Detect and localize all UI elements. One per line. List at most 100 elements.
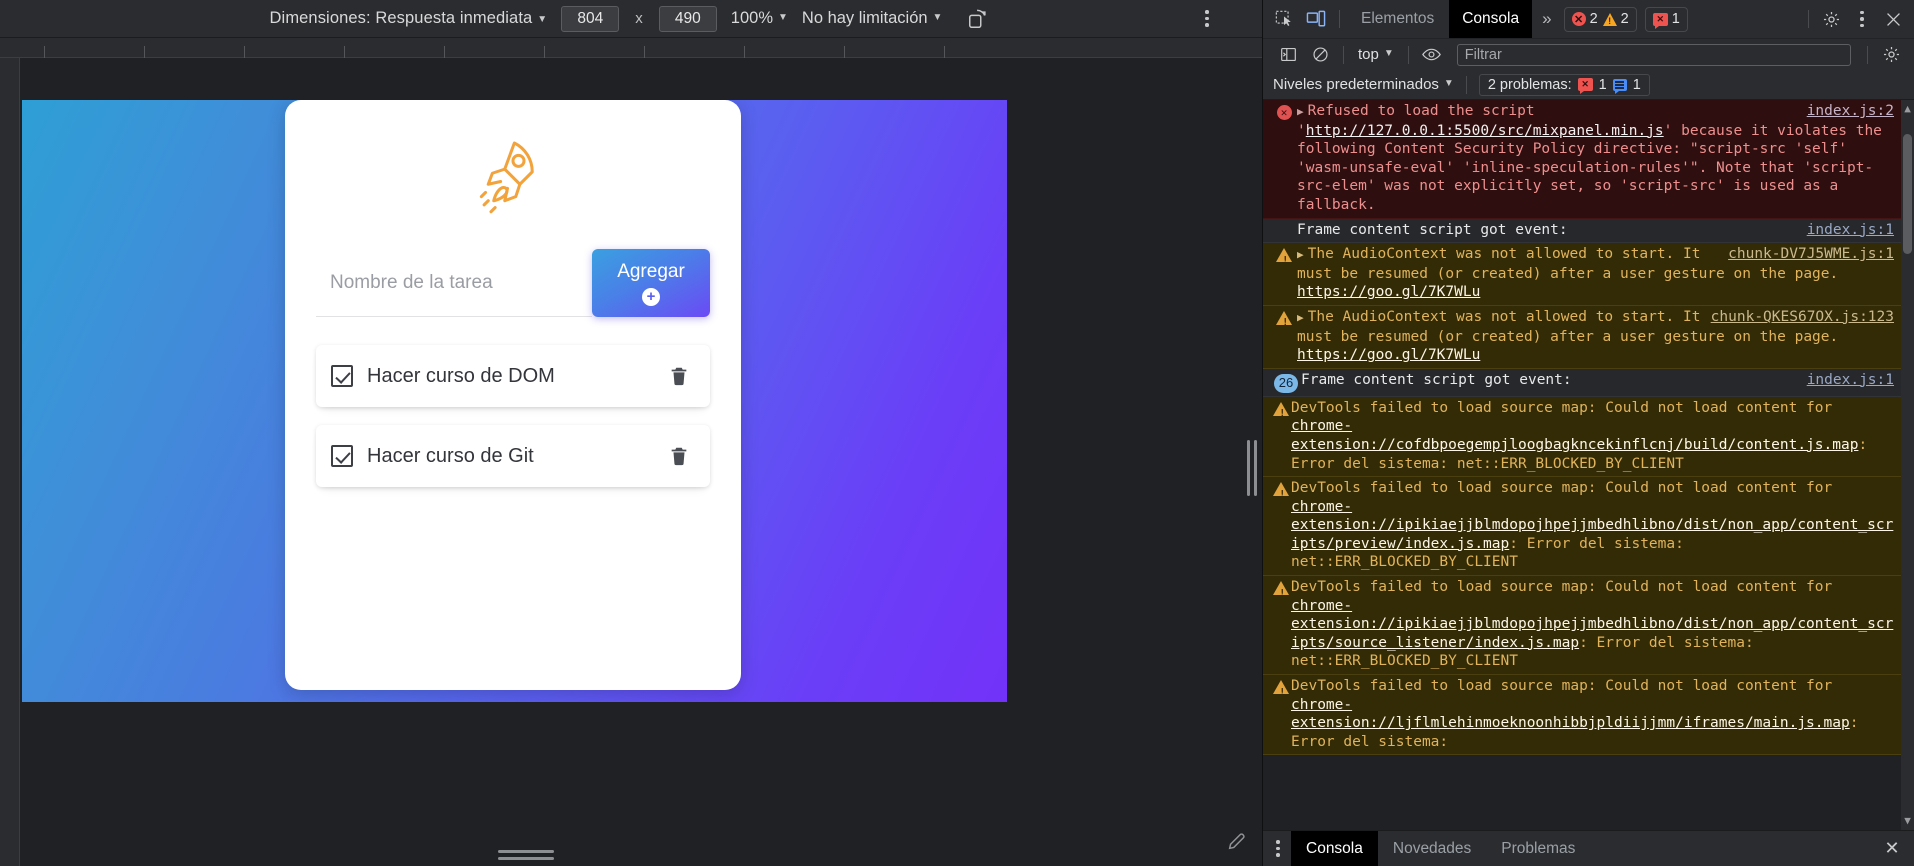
expand-arrow-icon[interactable]: ▶ <box>1297 105 1304 118</box>
problems-error-count: 1 <box>1598 76 1607 93</box>
warning-triangle-icon <box>1276 248 1292 270</box>
device-dimensions-select[interactable]: Dimensiones: Respuesta inmediata ▼ <box>270 9 548 28</box>
console-message-text-0: DevTools failed to load source map: Coul… <box>1291 579 1833 596</box>
console-message-source[interactable]: index.js:1 <box>1807 371 1894 390</box>
console-context-select[interactable]: top ▼ <box>1352 46 1400 63</box>
console-message-source[interactable]: chunk-DV7J5WME.js:1 <box>1728 245 1894 264</box>
inspect-element-icon[interactable] <box>1269 5 1299 33</box>
repeat-count-badge: 26 <box>1273 373 1299 393</box>
console-filter-input[interactable] <box>1456 43 1851 66</box>
console-levels-label: Niveles predeterminados <box>1273 76 1439 93</box>
warning-triangle-icon <box>1273 401 1289 424</box>
drawer-menu-icon[interactable] <box>1267 835 1289 863</box>
console-message-warning[interactable]: chunk-DV7J5WME.js:1 ▶The AudioContext wa… <box>1263 243 1914 306</box>
console-message-text-0: DevTools failed to load source map: Coul… <box>1291 480 1833 497</box>
edit-pencil-icon[interactable] <box>1226 830 1248 852</box>
add-task-button[interactable]: Agregar + <box>592 249 710 317</box>
gear-icon[interactable] <box>1816 5 1846 33</box>
console-scrollbar[interactable]: ▲ ▼ <box>1901 100 1914 830</box>
console-message-link[interactable]: chrome-extension://ljflmlehinmoeknoonhib… <box>1291 697 1850 732</box>
scroll-up-arrow-icon[interactable]: ▲ <box>1901 102 1914 116</box>
issues-badge[interactable]: ✕ 1 <box>1652 11 1680 29</box>
console-message-warning[interactable]: DevTools failed to load source map: Coul… <box>1263 675 1914 756</box>
info-message-icon <box>1612 78 1627 94</box>
dimension-separator: x <box>635 10 643 27</box>
console-message-source[interactable]: index.js:2 <box>1807 102 1894 121</box>
tab-consola[interactable]: Consola <box>1449 0 1533 38</box>
console-message-warning[interactable]: chunk-QKES67OX.js:123 ▶The AudioContext … <box>1263 305 1914 369</box>
drawer-tab-novedades[interactable]: Novedades <box>1378 831 1486 866</box>
live-expressions-eye-icon[interactable] <box>1417 41 1447 69</box>
console-message-warning[interactable]: DevTools failed to load source map: Coul… <box>1263 396 1914 478</box>
device-toolbar-icon[interactable] <box>1301 5 1331 33</box>
viewport-resize-handle-bottom[interactable] <box>498 848 554 862</box>
console-message-link[interactable]: chrome-extension://cofdbpoegempjloogbagk… <box>1291 418 1858 453</box>
issues-badge-group[interactable]: ✕ 1 <box>1644 6 1688 32</box>
console-message-source[interactable]: chunk-QKES67OX.js:123 <box>1711 308 1894 327</box>
viewport-width-input[interactable] <box>561 5 620 32</box>
add-task-label: Agregar <box>617 260 685 282</box>
console-message-warning[interactable]: DevTools failed to load source map: Coul… <box>1263 477 1914 577</box>
console-settings-gear-icon[interactable] <box>1876 41 1906 69</box>
drawer-close-icon[interactable]: ✕ <box>1880 837 1904 861</box>
console-message-body: DevTools failed to load source map: Coul… <box>1291 479 1898 572</box>
tab-elementos[interactable]: Elementos <box>1348 0 1447 38</box>
expand-arrow-icon[interactable]: ▶ <box>1297 311 1304 324</box>
zoom-select[interactable]: 100% ▼ <box>731 9 788 28</box>
device-more-options-icon[interactable] <box>1196 6 1218 32</box>
console-message-log[interactable]: 26 index.js:1 Frame content script got e… <box>1263 368 1914 397</box>
console-message-body: index.js:2 ▶ Refused to load the script '… <box>1297 102 1898 215</box>
devtools-window: Dimensiones: Respuesta inmediata ▼ x 100%… <box>0 0 1914 866</box>
console-levels-select[interactable]: Niveles predeterminados ▼ <box>1273 76 1454 93</box>
console-message-error[interactable]: ✕ index.js:2 ▶ Refused to load the script… <box>1263 100 1914 219</box>
viewport-height-input[interactable] <box>658 5 717 32</box>
todo-app-card: Agregar + Hacer curso de DOM <box>285 100 741 690</box>
scroll-down-arrow-icon[interactable]: ▼ <box>1901 814 1914 828</box>
issues-count: 1 <box>1671 11 1680 27</box>
error-badge[interactable]: ✕ 2 <box>1571 11 1598 27</box>
warning-triangle-icon <box>1273 581 1289 603</box>
error-warning-badge-group[interactable]: ✕ 2 2 <box>1563 6 1637 32</box>
task-checkbox[interactable] <box>331 365 353 387</box>
problems-info-count: 1 <box>1632 76 1641 93</box>
throttling-select[interactable]: No hay limitación ▼ <box>802 9 943 28</box>
viewport-resize-handle-right[interactable] <box>1245 440 1259 496</box>
close-icon[interactable] <box>1878 5 1908 33</box>
console-message-list[interactable]: ✕ index.js:2 ▶ Refused to load the script… <box>1263 100 1914 830</box>
task-list-item[interactable]: Hacer curso de DOM <box>316 345 710 407</box>
problems-label: 2 problemas: <box>1487 76 1572 93</box>
console-message-log[interactable]: index.js:1 Frame content script got even… <box>1263 218 1914 244</box>
warning-badge[interactable]: 2 <box>1602 11 1629 27</box>
console-message-link[interactable]: https://goo.gl/7K7WLu <box>1297 284 1480 300</box>
devtools-main-menu-icon[interactable] <box>1847 5 1877 33</box>
chevron-down-icon: ▼ <box>1383 48 1394 59</box>
drawer-tabbar: Consola Novedades Problemas ✕ <box>1263 830 1914 866</box>
trash-icon[interactable] <box>666 363 692 389</box>
console-message-link[interactable]: http://127.0.0.1:5500/src/mixpanel.min.j… <box>1306 123 1664 139</box>
task-list: Hacer curso de DOM Hacer curso de Git <box>316 345 710 487</box>
console-message-body: index.js:1 Frame content script got even… <box>1301 371 1898 390</box>
problems-summary-chip[interactable]: 2 problemas: ✕ 1 1 <box>1478 73 1650 96</box>
scrollbar-thumb[interactable] <box>1903 134 1912 254</box>
console-message-source[interactable]: index.js:1 <box>1807 221 1894 240</box>
expand-arrow-icon[interactable]: ▶ <box>1297 248 1304 261</box>
console-message-warning[interactable]: DevTools failed to load source map: Coul… <box>1263 576 1914 676</box>
drawer-tab-consola[interactable]: Consola <box>1291 830 1378 866</box>
warning-triangle-icon <box>1273 680 1289 702</box>
console-message-body: index.js:1 Frame content script got even… <box>1297 221 1898 240</box>
drawer-tab-problemas[interactable]: Problemas <box>1486 831 1590 866</box>
rotate-device-icon[interactable] <box>964 5 992 33</box>
task-name-input[interactable] <box>316 249 592 317</box>
throttling-label: No hay limitación <box>801 9 928 27</box>
task-list-item[interactable]: Hacer curso de Git <box>316 425 710 487</box>
chevron-down-icon: ▼ <box>537 14 548 25</box>
console-toolbar: top ▼ <box>1263 38 1914 70</box>
console-subbar: Niveles predeterminados ▼ 2 problemas: ✕ … <box>1263 70 1914 100</box>
trash-icon[interactable] <box>666 443 692 469</box>
task-checkbox[interactable] <box>331 445 353 467</box>
console-sidebar-icon[interactable] <box>1273 41 1303 69</box>
console-message-link[interactable]: https://goo.gl/7K7WLu <box>1297 347 1480 363</box>
clear-console-icon[interactable] <box>1305 41 1335 69</box>
device-mode-pane: Dimensiones: Respuesta inmediata ▼ x 100%… <box>0 0 1262 866</box>
more-tabs-icon[interactable]: » <box>1534 9 1557 29</box>
